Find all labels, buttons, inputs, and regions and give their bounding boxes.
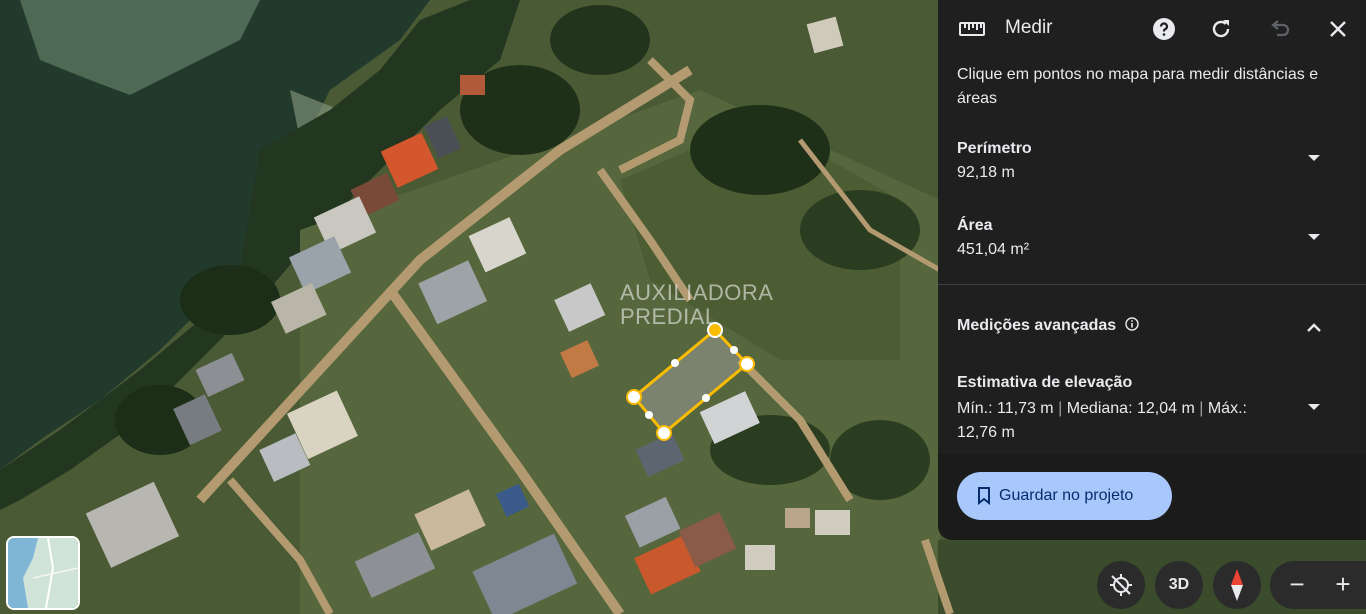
elevation-values: Mín.: 11,73 m | Mediana: 12,04 m | Máx.:… [957, 397, 1287, 445]
divider [938, 284, 1366, 285]
watermark-line1: AUXILIADORA [620, 280, 774, 305]
advanced-measurements-toggle[interactable]: Medições avançadas [938, 310, 1366, 346]
layer-switcher-thumbnail[interactable] [6, 536, 80, 610]
advanced-label: Medições avançadas [957, 317, 1139, 336]
chevron-down-icon[interactable] [1302, 146, 1326, 170]
polygon-midpoint[interactable] [702, 394, 710, 402]
chevron-up-icon[interactable] [1302, 316, 1326, 340]
zoom-out-button[interactable]: − [1282, 569, 1312, 599]
polygon-midpoint[interactable] [730, 346, 738, 354]
save-label: Guardar no projeto [999, 487, 1134, 504]
polygon-vertex[interactable] [626, 389, 642, 405]
watermark: AUXILIADORA PREDIAL [620, 281, 773, 329]
chevron-down-icon[interactable] [1302, 395, 1326, 419]
measure-panel: Medir Clique em pontos no mapa para medi… [938, 0, 1366, 540]
compass-button[interactable] [1213, 561, 1261, 609]
save-to-project-button[interactable]: Guardar no projeto [957, 472, 1172, 520]
elevation-label: Estimativa de elevação [957, 374, 1133, 391]
area-section[interactable]: Área 451,04 m² [938, 215, 1366, 275]
save-bar: Guardar no projeto [938, 454, 1366, 540]
separator: | [1199, 400, 1204, 417]
bookmark-icon [977, 487, 991, 505]
polygon-vertex[interactable] [739, 356, 755, 372]
polygon-vertex[interactable] [656, 425, 672, 441]
panel-header: Medir [938, 0, 1366, 60]
compass-icon [1231, 569, 1243, 601]
area-label: Área [957, 217, 993, 234]
polygon-midpoint[interactable] [671, 359, 679, 367]
panel-title: Medir [1005, 17, 1053, 38]
area-value: 451,04 m² [957, 241, 1030, 258]
zoom-controls: − + [1270, 561, 1366, 609]
location-off-icon [1110, 574, 1132, 596]
advanced-label-text: Medições avançadas [957, 317, 1117, 334]
info-icon [1124, 317, 1139, 336]
instructions-text: Clique em pontos no mapa para medir dist… [957, 66, 1319, 107]
separator: | [1058, 400, 1063, 417]
perimeter-section[interactable]: Perímetro 92,18 m [938, 138, 1366, 198]
elevation-min: Mín.: 11,73 m [957, 400, 1054, 417]
perimeter-value: 92,18 m [957, 164, 1015, 181]
three-d-button[interactable]: 3D [1155, 561, 1203, 609]
watermark-line2: PREDIAL [620, 304, 718, 329]
chevron-down-icon[interactable] [1302, 225, 1326, 249]
refresh-icon[interactable] [1206, 14, 1236, 44]
zoom-in-button[interactable]: + [1328, 569, 1358, 599]
location-off-button[interactable] [1097, 561, 1145, 609]
undo-icon[interactable] [1265, 14, 1295, 44]
help-icon[interactable] [1149, 14, 1179, 44]
ruler-icon [957, 14, 987, 44]
perimeter-label: Perímetro [957, 140, 1032, 157]
polygon-midpoint[interactable] [645, 411, 653, 419]
close-icon[interactable] [1323, 14, 1353, 44]
elevation-median: Mediana: 12,04 m [1066, 400, 1195, 417]
